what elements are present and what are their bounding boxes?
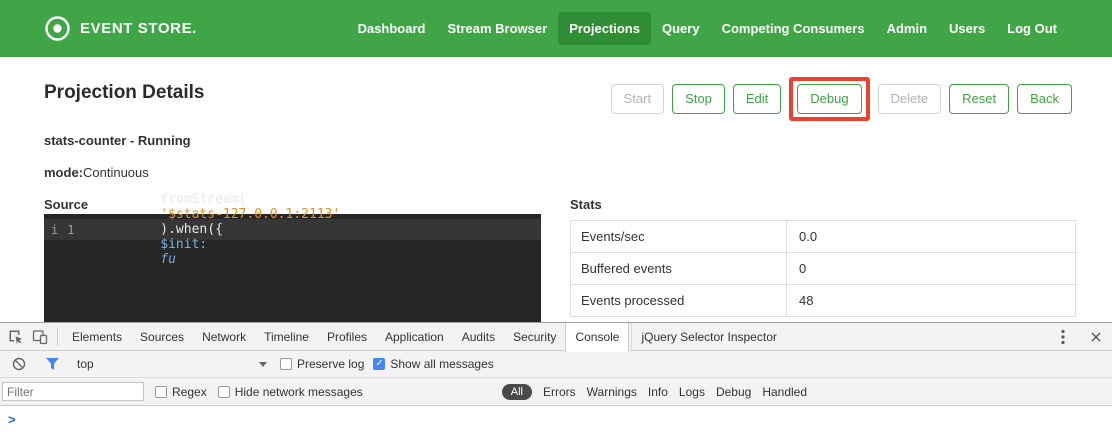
- level-filter-handled[interactable]: Handled: [762, 385, 807, 399]
- inspect-element-icon[interactable]: [4, 326, 28, 348]
- eventstore-admin-page: EVENT STORE. Dashboard Stream Browser Pr…: [0, 0, 1112, 440]
- stat-label: Buffered events: [571, 253, 787, 284]
- edit-button[interactable]: Edit: [733, 84, 781, 114]
- nav-dashboard[interactable]: Dashboard: [347, 12, 437, 45]
- code-token: $init:: [160, 237, 215, 252]
- devtools-tab-console[interactable]: Console: [565, 323, 629, 352]
- option-label: Show all messages: [390, 357, 493, 371]
- device-toolbar-icon[interactable]: [28, 326, 52, 348]
- start-button[interactable]: Start: [611, 84, 664, 114]
- code-line: i 1 fromStream( '$stats-127.0.0.1:2113' …: [44, 219, 541, 240]
- projection-action-buttons: Start Stop Edit Debug Delete Reset Back: [611, 77, 1072, 121]
- checkbox-icon[interactable]: [218, 386, 230, 398]
- devtools-tab-security[interactable]: Security: [504, 323, 565, 351]
- projection-details-content: Projection Details Start Stop Edit Debug…: [0, 57, 1112, 322]
- stat-value: 48: [787, 285, 825, 316]
- hide-network-messages-option[interactable]: Hide network messages: [218, 385, 363, 399]
- option-label: Hide network messages: [235, 385, 363, 399]
- nav-query[interactable]: Query: [651, 12, 711, 45]
- code-content: fromStream( '$stats-127.0.0.1:2113' ).wh…: [82, 177, 340, 282]
- brand-name: EVENT STORE.: [80, 20, 197, 37]
- eventstore-logo-icon: [44, 15, 71, 42]
- level-filter-logs[interactable]: Logs: [679, 385, 705, 399]
- stat-label: Events/sec: [571, 221, 787, 252]
- console-output-area[interactable]: >: [0, 406, 1112, 440]
- nav-logout[interactable]: Log Out: [996, 12, 1068, 45]
- debug-button[interactable]: Debug: [797, 84, 861, 114]
- devtools-tab-application[interactable]: Application: [376, 323, 453, 351]
- toolbar-divider: [57, 328, 58, 346]
- mode-label: mode:: [44, 165, 83, 180]
- reset-button[interactable]: Reset: [949, 84, 1009, 114]
- line-number: 1: [67, 223, 74, 237]
- brand[interactable]: EVENT STORE.: [44, 15, 197, 42]
- console-filter-input[interactable]: [2, 382, 144, 401]
- level-filter-debug[interactable]: Debug: [716, 385, 751, 399]
- delete-button[interactable]: Delete: [878, 84, 942, 114]
- table-row: Events/sec 0.0: [571, 221, 1075, 253]
- console-filter-bar: Regex Hide network messages All Errors W…: [0, 378, 1112, 406]
- devtools-panel: Elements Sources Network Timeline Profil…: [0, 322, 1112, 440]
- stat-value: 0: [787, 253, 818, 284]
- regex-option[interactable]: Regex: [155, 385, 207, 399]
- table-row: Events processed 48: [571, 285, 1075, 317]
- chevron-down-icon: [259, 362, 267, 367]
- close-icon[interactable]: [1084, 326, 1108, 348]
- level-filter-info[interactable]: Info: [648, 385, 668, 399]
- checkbox-icon[interactable]: [280, 358, 292, 370]
- nav-admin[interactable]: Admin: [876, 12, 938, 45]
- devtools-tab-jquery-selector-inspector[interactable]: jQuery Selector Inspector: [631, 323, 785, 351]
- level-filter-warnings[interactable]: Warnings: [587, 385, 637, 399]
- code-token: ).when({: [160, 222, 254, 237]
- editor-gutter: i 1: [44, 223, 82, 237]
- devtools-tab-sources[interactable]: Sources: [131, 323, 193, 351]
- devtools-tab-profiles[interactable]: Profiles: [318, 323, 376, 351]
- execution-context-selector[interactable]: top: [73, 357, 271, 371]
- table-row: Buffered events 0: [571, 253, 1075, 285]
- code-token: '$stats-127.0.0.1:2113': [160, 207, 340, 222]
- console-toolbar: top Preserve log Show all messages: [0, 351, 1112, 378]
- nav-projections[interactable]: Projections: [558, 12, 651, 45]
- devtools-tab-bar: Elements Sources Network Timeline Profil…: [0, 323, 1112, 351]
- top-navbar: EVENT STORE. Dashboard Stream Browser Pr…: [0, 0, 1112, 57]
- nav-competing-consumers[interactable]: Competing Consumers: [711, 12, 876, 45]
- devtools-window-controls: [1051, 323, 1108, 351]
- back-button[interactable]: Back: [1017, 84, 1072, 114]
- debug-highlight-annotation: Debug: [789, 77, 869, 121]
- devtools-tab-audits[interactable]: Audits: [453, 323, 504, 351]
- show-all-messages-option[interactable]: Show all messages: [373, 357, 493, 371]
- devtools-tab-network[interactable]: Network: [193, 323, 255, 351]
- projection-status: stats-counter - Running: [44, 133, 191, 148]
- more-options-icon[interactable]: [1051, 326, 1075, 348]
- stats-heading: Stats: [570, 197, 602, 212]
- filter-icon[interactable]: [40, 353, 64, 375]
- level-filter-errors[interactable]: Errors: [543, 385, 576, 399]
- stop-button[interactable]: Stop: [672, 84, 725, 114]
- nav-users[interactable]: Users: [938, 12, 996, 45]
- nav-stream-browser[interactable]: Stream Browser: [436, 12, 558, 45]
- checkbox-icon[interactable]: [155, 386, 167, 398]
- checkbox-checked-icon[interactable]: [373, 358, 385, 370]
- stats-table: Events/sec 0.0 Buffered events 0 Events …: [570, 220, 1076, 317]
- gutter-marker: i: [51, 223, 58, 237]
- page-title: Projection Details: [44, 82, 205, 104]
- preserve-log-option[interactable]: Preserve log: [280, 357, 364, 371]
- code-token: fromStream(: [160, 192, 246, 207]
- stat-label: Events processed: [571, 285, 787, 316]
- code-token: fu: [160, 252, 176, 267]
- devtools-tab-elements[interactable]: Elements: [63, 323, 131, 351]
- option-label: Preserve log: [297, 357, 364, 371]
- main-nav: Dashboard Stream Browser Projections Que…: [347, 12, 1068, 45]
- source-code-editor[interactable]: i 1 fromStream( '$stats-127.0.0.1:2113' …: [44, 214, 541, 322]
- devtools-tab-timeline[interactable]: Timeline: [255, 323, 318, 351]
- option-label: Regex: [172, 385, 207, 399]
- context-value: top: [77, 357, 94, 371]
- stat-value: 0.0: [787, 221, 829, 252]
- clear-console-icon[interactable]: [7, 353, 31, 375]
- console-prompt[interactable]: >: [8, 412, 16, 427]
- level-filter-all-pill[interactable]: All: [502, 384, 532, 400]
